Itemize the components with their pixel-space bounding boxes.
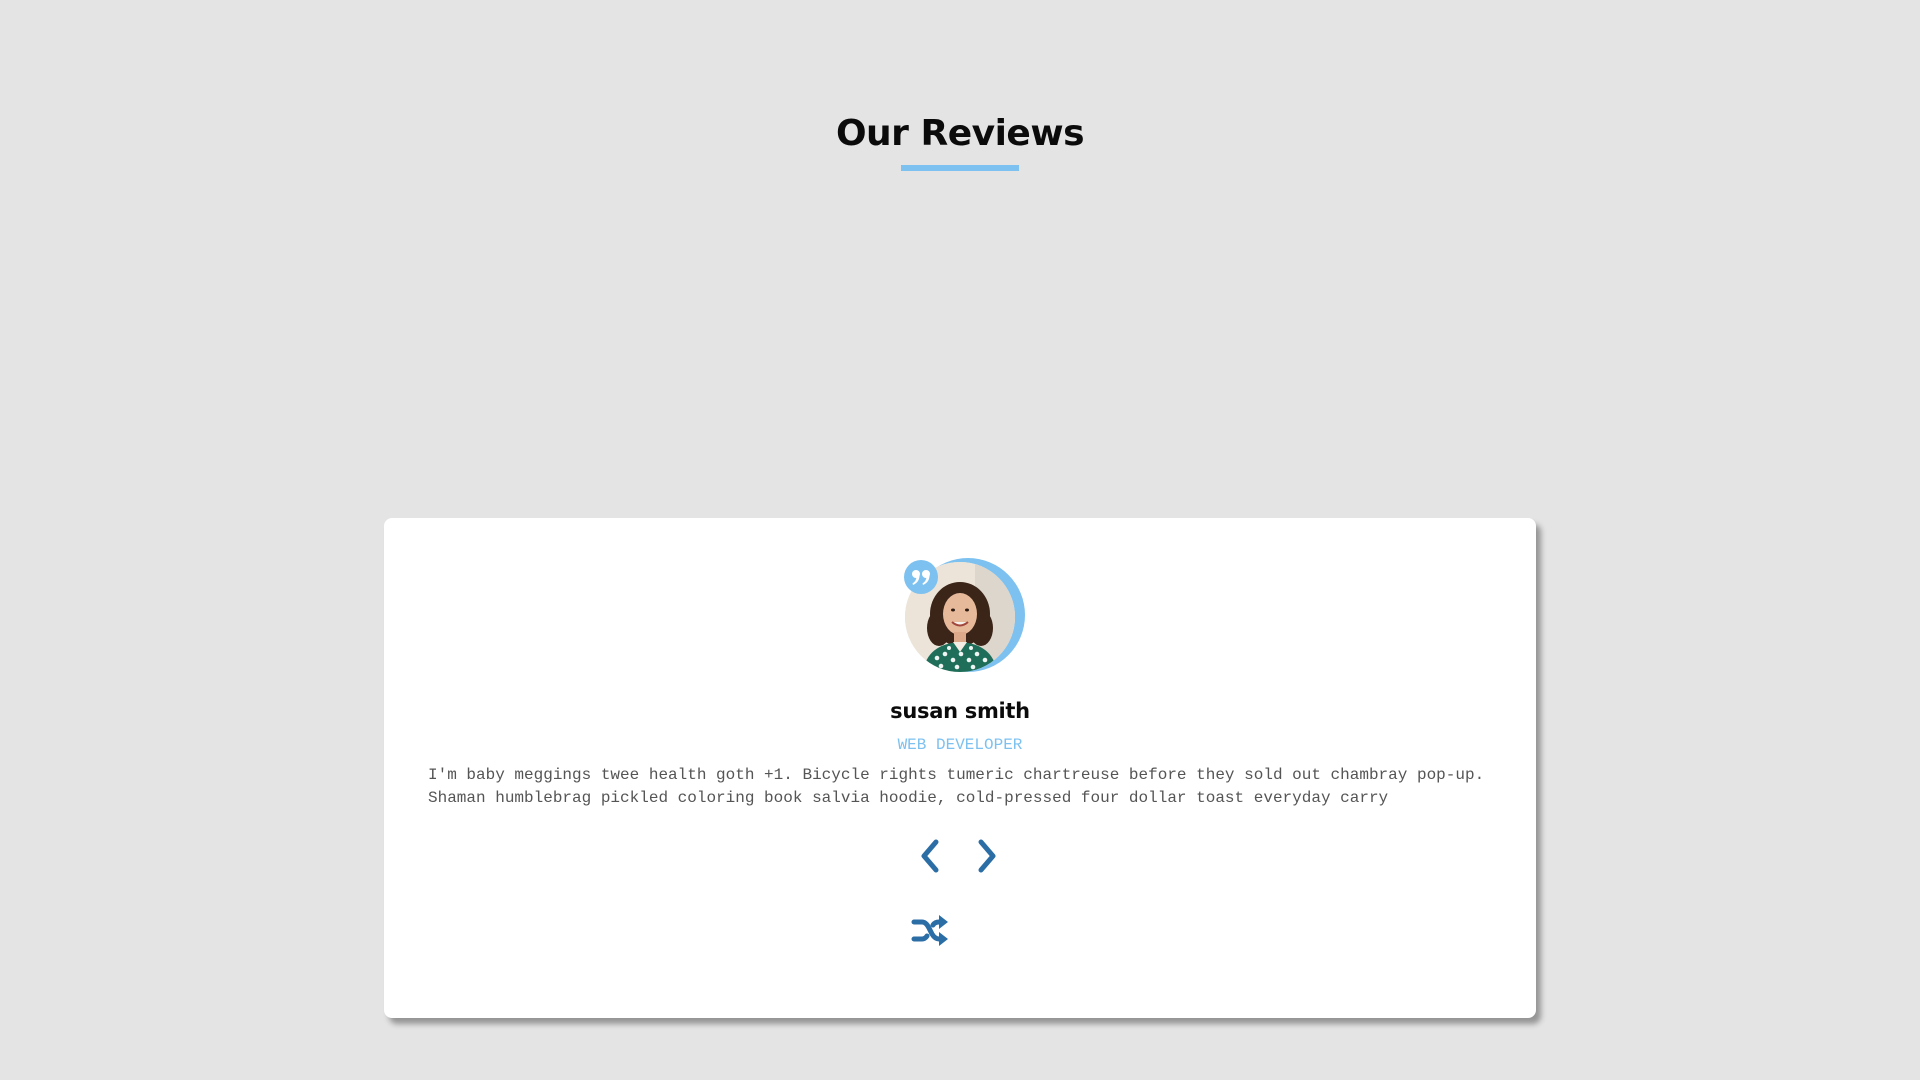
review-card: susan smith web developer I'm baby meggi… — [384, 518, 1536, 1018]
shuffle-icon — [911, 915, 948, 946]
review-text: I'm baby meggings twee health goth +1. B… — [428, 766, 1485, 807]
next-button[interactable] — [969, 836, 1003, 876]
prev-button[interactable] — [914, 836, 948, 876]
reviewer-name: susan smith — [890, 699, 1030, 723]
quote-right-icon — [904, 560, 938, 594]
chevron-left-icon — [921, 839, 939, 873]
avatar-container — [904, 558, 1025, 672]
reviewer-job: web developer — [897, 736, 1023, 754]
chevron-right-icon — [978, 839, 996, 873]
page-title: Our Reviews — [835, 113, 1085, 154]
random-review-button[interactable] — [910, 910, 950, 950]
title-underline — [901, 165, 1019, 171]
page: Our Reviews susan smith WEB DEVELOPER I'… — [0, 0, 1920, 1080]
